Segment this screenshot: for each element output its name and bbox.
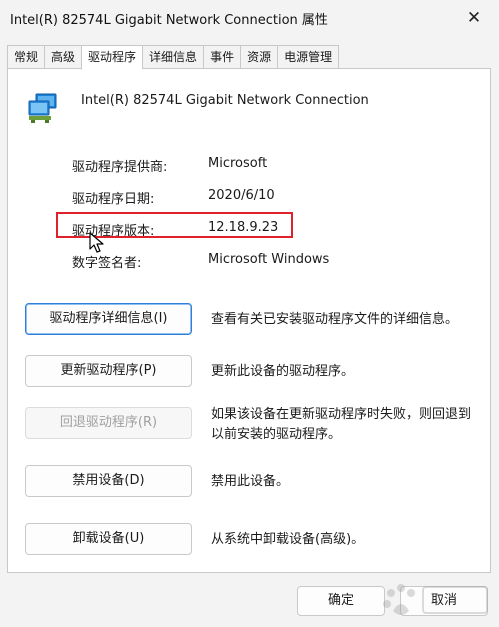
driver-provider-value: Microsoft [208, 156, 268, 171]
roll-back-driver-description: 如果该设备在更新驱动程序时失败，则回退到以前安装的驱动程序。 [211, 407, 472, 442]
uninstall-device-button[interactable]: 卸载设备(U) [25, 523, 192, 555]
tab-details[interactable]: 详细信息 [142, 45, 204, 69]
window-title: Intel(R) 82574L Gigabit Network Connecti… [10, 13, 328, 28]
tab-advanced[interactable]: 高级 [44, 45, 82, 69]
title-bar: Intel(R) 82574L Gigabit Network Connecti… [0, 0, 499, 36]
update-driver-button[interactable]: 更新驱动程序(P) [25, 355, 192, 387]
tab-general[interactable]: 常规 [7, 45, 45, 69]
ok-button[interactable]: 确定 [297, 586, 385, 616]
driver-details-description: 查看有关已安装驱动程序文件的详细信息。 [211, 312, 459, 327]
driver-details-button[interactable]: 驱动程序详细信息(I) [25, 303, 192, 335]
device-name: Intel(R) 82574L Gigabit Network Connecti… [81, 93, 369, 108]
network-adapter-icon [28, 93, 57, 123]
disable-device-description: 禁用此设备。 [211, 474, 290, 489]
driver-provider-label: 驱动程序提供商: [72, 160, 168, 175]
digital-signer-value: Microsoft Windows [208, 252, 330, 267]
driver-tab-panel: Intel(R) 82574L Gigabit Network Connecti… [7, 68, 491, 573]
driver-date-value: 2020/6/10 [208, 188, 275, 203]
update-driver-description: 更新此设备的驱动程序。 [211, 364, 355, 379]
driver-date-label: 驱动程序日期: [72, 192, 155, 207]
close-button[interactable]: ✕ [457, 3, 491, 33]
tab-strip: 常规 高级 驱动程序 详细信息 事件 资源 电源管理 [7, 45, 340, 70]
close-icon: ✕ [466, 8, 482, 28]
roll-back-driver-button[interactable]: 回退驱动程序(R) [25, 407, 192, 439]
tab-events[interactable]: 事件 [203, 45, 241, 69]
tab-resources[interactable]: 资源 [240, 45, 278, 69]
tab-power-management[interactable]: 电源管理 [277, 45, 340, 69]
uninstall-device-description: 从系统中卸载设备(高级)。 [211, 532, 365, 547]
tab-driver[interactable]: 驱动程序 [81, 45, 143, 70]
disable-device-button[interactable]: 禁用设备(D) [25, 465, 192, 497]
digital-signer-label: 数字签名者: [72, 256, 142, 271]
watermark-logo [383, 584, 488, 615]
mouse-cursor-icon [89, 232, 104, 253]
